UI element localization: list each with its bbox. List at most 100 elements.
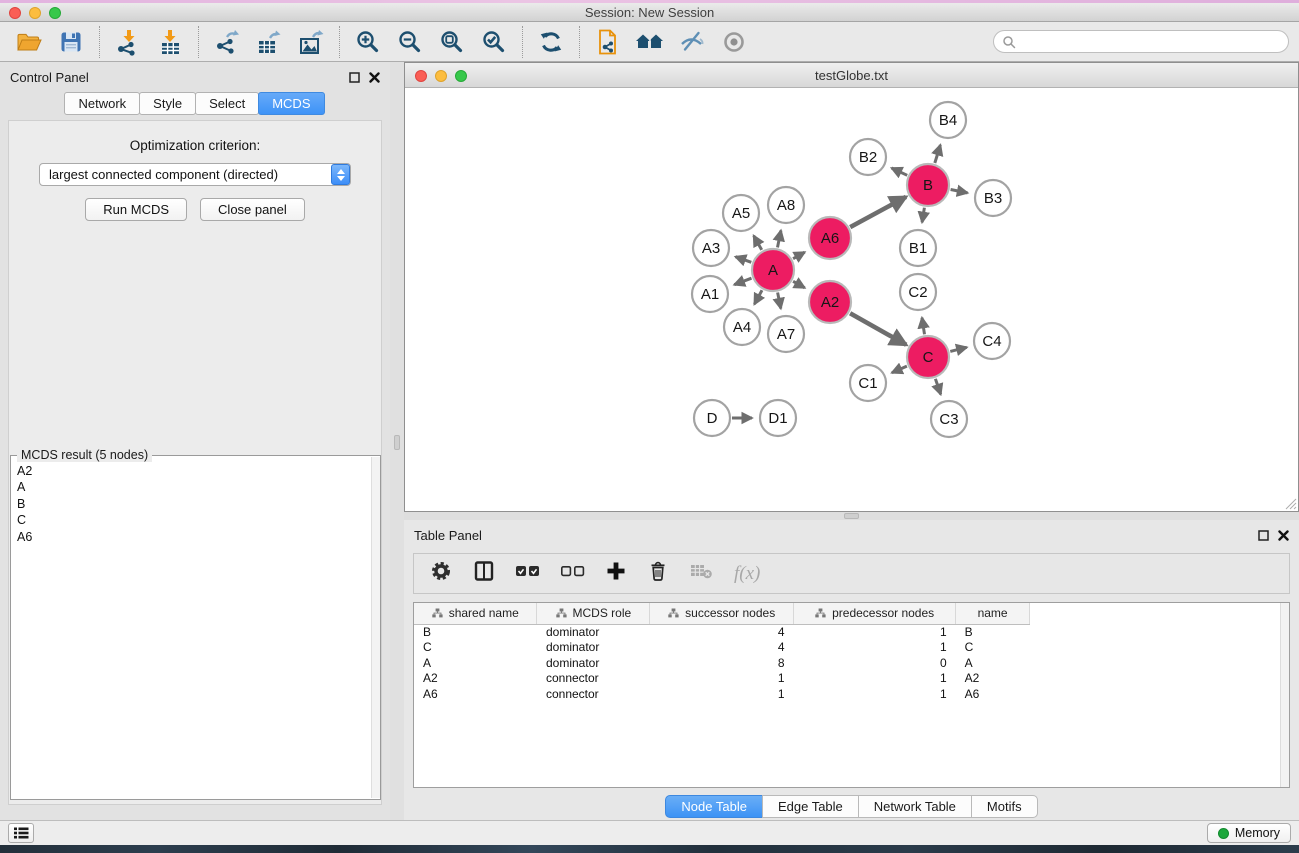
graph-edge-A-A6[interactable] (793, 252, 805, 259)
graph-edge-A-A1[interactable] (734, 278, 751, 285)
table-cell[interactable]: A6 (956, 687, 1030, 703)
close-network-button[interactable] (415, 70, 427, 82)
close-panel-icon[interactable] (369, 72, 380, 83)
zoom-in-icon[interactable] (349, 26, 387, 58)
memory-button[interactable]: Memory (1207, 823, 1291, 843)
table-cell[interactable]: 1 (794, 624, 956, 640)
splitter-handle[interactable] (394, 435, 400, 450)
table-cell[interactable]: 1 (650, 671, 794, 687)
graph-node-C1[interactable]: C1 (850, 365, 886, 401)
graph-node-C3[interactable]: C3 (931, 401, 967, 437)
table-cell[interactable]: A2 (414, 671, 537, 687)
delete-column-trash-icon[interactable] (646, 559, 670, 588)
graph-node-D[interactable]: D (694, 400, 730, 436)
graph-node-A6[interactable]: A6 (809, 217, 851, 259)
graph-node-A8[interactable]: A8 (768, 187, 804, 223)
export-table-icon[interactable] (250, 26, 288, 58)
table-row[interactable]: A2connector11A2 (414, 671, 1289, 687)
show-eye-icon[interactable] (715, 26, 753, 58)
home-icon[interactable] (631, 26, 669, 58)
result-item[interactable]: A2 (17, 463, 374, 479)
tab-motifs[interactable]: Motifs (971, 795, 1038, 818)
minimize-window-button[interactable] (29, 7, 41, 19)
export-image-icon[interactable] (292, 26, 330, 58)
tab-style[interactable]: Style (139, 92, 196, 115)
graph-node-A1[interactable]: A1 (692, 276, 728, 312)
splitter-handle[interactable] (844, 513, 859, 519)
close-panel-icon[interactable] (1278, 530, 1289, 541)
tab-mcds[interactable]: MCDS (258, 92, 324, 115)
column-header-predecessor-nodes[interactable]: predecessor nodes (794, 603, 956, 624)
table-cell[interactable]: dominator (537, 656, 650, 672)
graph-edge-A-A2[interactable] (793, 281, 805, 288)
tab-node-table[interactable]: Node Table (665, 795, 763, 818)
open-file-icon[interactable] (10, 26, 48, 58)
table-cell[interactable]: C (414, 640, 537, 656)
select-stepper-icon[interactable] (331, 164, 350, 185)
vertical-splitter[interactable] (390, 62, 404, 820)
hide-visual-icon[interactable] (673, 26, 711, 58)
graph-node-A[interactable]: A (752, 249, 794, 291)
network-graph[interactable]: AA1A2A3A4A5A6A7A8BB1B2B3B4CC1C2C3C4DD1 (405, 88, 1298, 511)
graph-edge-A-A5[interactable] (754, 236, 762, 250)
import-table-icon[interactable] (151, 26, 189, 58)
table-row[interactable]: Bdominator41B (414, 624, 1289, 640)
graph-edge-B-B4[interactable] (935, 145, 941, 163)
graph-edge-A-A4[interactable] (754, 290, 762, 304)
table-cell[interactable]: 1 (794, 640, 956, 656)
minimize-network-button[interactable] (435, 70, 447, 82)
graph-edge-A2-C[interactable] (850, 313, 906, 345)
table-cell[interactable]: connector (537, 687, 650, 703)
table-cell[interactable]: 8 (650, 656, 794, 672)
zoom-fit-icon[interactable] (433, 26, 471, 58)
export-network-icon[interactable] (208, 26, 246, 58)
open-session-file-icon[interactable] (589, 26, 627, 58)
graph-node-B[interactable]: B (907, 164, 949, 206)
graph-node-C4[interactable]: C4 (974, 323, 1010, 359)
graph-edge-A-A8[interactable] (778, 231, 781, 248)
graph-edge-A-A7[interactable] (778, 293, 781, 309)
graph-node-B2[interactable]: B2 (850, 139, 886, 175)
graph-node-A4[interactable]: A4 (724, 309, 760, 345)
graph-edge-C-C2[interactable] (922, 318, 925, 335)
graph-node-C2[interactable]: C2 (900, 274, 936, 310)
tab-edge-table[interactable]: Edge Table (762, 795, 859, 818)
table-cell[interactable]: 4 (650, 624, 794, 640)
graph-edge-B-B3[interactable] (951, 190, 968, 193)
table-row[interactable]: Cdominator41C (414, 640, 1289, 656)
zoom-selected-icon[interactable] (475, 26, 513, 58)
float-panel-icon[interactable] (349, 72, 360, 83)
horizontal-splitter[interactable] (404, 512, 1299, 520)
tab-network[interactable]: Network (64, 92, 140, 115)
search-box[interactable] (993, 30, 1289, 53)
create-column-plus-icon[interactable] (605, 560, 627, 587)
table-settings-gear-icon[interactable] (429, 559, 453, 588)
table-cell[interactable]: dominator (537, 640, 650, 656)
tab-network-table[interactable]: Network Table (858, 795, 972, 818)
table-cell[interactable]: A (414, 656, 537, 672)
result-item[interactable]: B (17, 496, 374, 512)
resize-grip-icon[interactable] (1284, 497, 1297, 510)
table-cell[interactable]: dominator (537, 624, 650, 640)
graph-node-B1[interactable]: B1 (900, 230, 936, 266)
result-item[interactable]: C (17, 512, 374, 528)
table-cell[interactable]: 1 (650, 687, 794, 703)
graph-edge-C-C1[interactable] (892, 366, 907, 373)
table-cell[interactable]: A6 (414, 687, 537, 703)
zoom-window-button[interactable] (49, 7, 61, 19)
graph-edge-C-C4[interactable] (950, 347, 967, 351)
table-cell[interactable]: C (956, 640, 1030, 656)
refresh-layout-icon[interactable] (532, 26, 570, 58)
graph-edge-B-B2[interactable] (892, 168, 908, 175)
graph-node-B4[interactable]: B4 (930, 102, 966, 138)
column-header-shared-name[interactable]: shared name (414, 603, 537, 624)
table-cell[interactable]: 1 (794, 687, 956, 703)
float-panel-icon[interactable] (1258, 530, 1269, 541)
result-item[interactable]: A6 (17, 529, 374, 545)
tab-select[interactable]: Select (195, 92, 259, 115)
graph-node-B3[interactable]: B3 (975, 180, 1011, 216)
criterion-select[interactable]: largest connected component (directed) (39, 163, 351, 186)
run-mcds-button[interactable]: Run MCDS (85, 198, 187, 221)
result-scrollbar[interactable] (371, 457, 380, 798)
unselect-all-columns-icon[interactable] (560, 562, 586, 585)
